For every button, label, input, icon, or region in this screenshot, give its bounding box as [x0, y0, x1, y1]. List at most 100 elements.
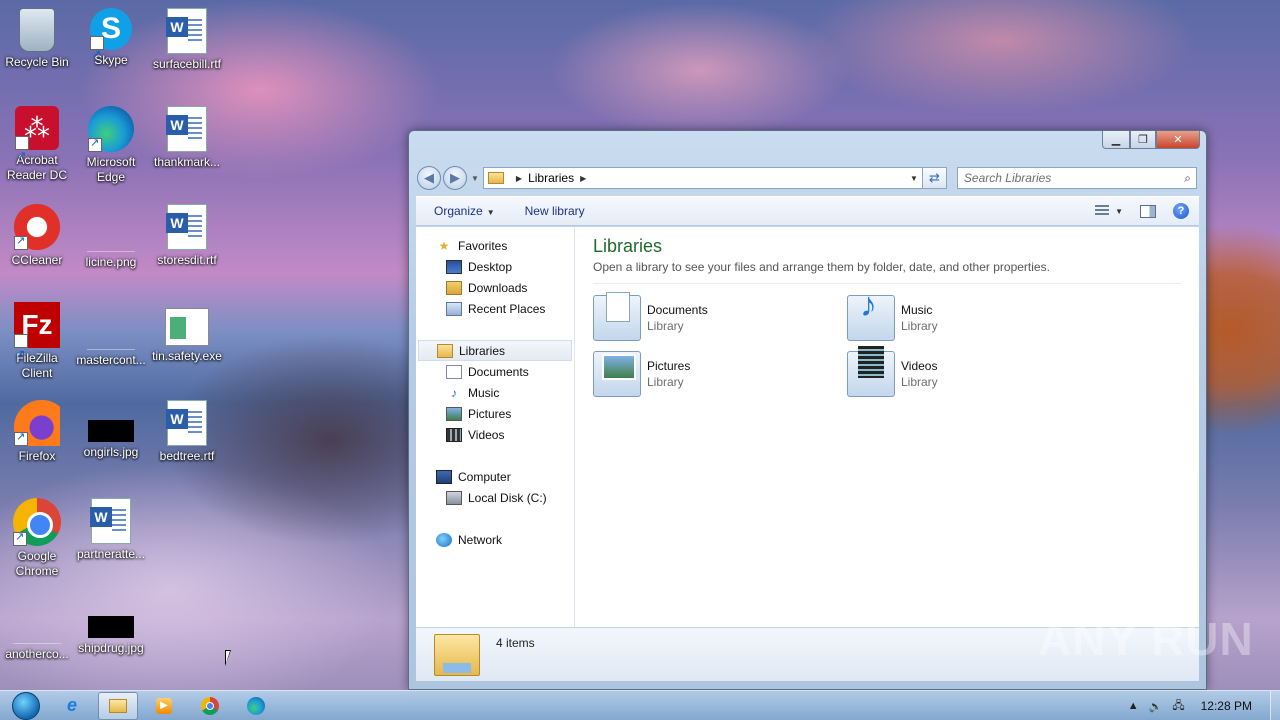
- recent-pages-dropdown[interactable]: ▼: [471, 174, 479, 183]
- nav-item-music[interactable]: ♪ Music: [416, 382, 574, 403]
- views-dropdown-icon[interactable]: ▼: [1115, 207, 1123, 216]
- search-icon[interactable]: ⌕: [1184, 171, 1191, 186]
- taskbar-windows-explorer[interactable]: [98, 691, 138, 720]
- nav-item-favorites[interactable]: ★ Favorites: [416, 235, 574, 256]
- taskbar-chrome[interactable]: [190, 692, 230, 720]
- executable-icon: [165, 308, 209, 346]
- breadcrumb-libraries[interactable]: Libraries: [528, 171, 574, 185]
- recent-places-icon: [446, 301, 462, 316]
- refresh-button[interactable]: ⇄: [922, 167, 947, 189]
- nav-item-libraries[interactable]: Libraries: [418, 340, 572, 361]
- library-type: Library: [647, 319, 684, 333]
- library-type: Library: [647, 375, 684, 389]
- desktop-icon-thankmark[interactable]: W thankmark...: [150, 106, 224, 170]
- desktop-icon-anotherco[interactable]: anotherco...: [0, 596, 74, 662]
- back-button[interactable]: ◀: [417, 166, 441, 190]
- desktop-icon-storesdit[interactable]: W storesdit.rtf: [150, 204, 224, 268]
- nav-item-computer[interactable]: Computer: [416, 466, 574, 487]
- nav-item-desktop[interactable]: Desktop: [416, 256, 574, 277]
- mouse-cursor-icon: [225, 650, 231, 666]
- search-box[interactable]: ⌕: [956, 167, 1197, 189]
- shortcut-arrow-icon: [15, 134, 29, 178]
- image-file-icon: [87, 302, 135, 350]
- libraries-folder-icon: [487, 172, 504, 184]
- maximize-button[interactable]: ❐: [1130, 131, 1156, 149]
- minimize-button[interactable]: ▁: [1102, 131, 1130, 149]
- show-desktop-button[interactable]: [1270, 691, 1280, 720]
- organize-button[interactable]: Organize ▼: [434, 204, 495, 218]
- views-icon: [1095, 205, 1110, 217]
- image-file-icon: [87, 204, 135, 252]
- internet-explorer-icon: e: [66, 695, 77, 715]
- shortcut-arrow-icon: [14, 234, 28, 250]
- desktop-icon-label: mastercont...: [76, 353, 146, 367]
- desktop-icon-skype[interactable]: S Skype: [74, 8, 148, 76]
- library-name: Pictures: [647, 359, 691, 373]
- recycle-bin-icon: [19, 8, 55, 52]
- edge-icon: [88, 106, 134, 152]
- breadcrumb-chevron-icon[interactable]: ▶: [580, 174, 586, 183]
- desktop-icon-partneratte[interactable]: W partneratte...: [74, 498, 148, 562]
- forward-button[interactable]: ▶: [443, 166, 467, 190]
- desktop-icon-label: Recycle Bin: [5, 55, 69, 69]
- nav-item-pictures[interactable]: Pictures: [416, 403, 574, 424]
- ccleaner-icon: [14, 204, 60, 250]
- address-bar[interactable]: ▶ Libraries ▶ ▼: [482, 167, 923, 189]
- nav-item-label: Libraries: [459, 343, 506, 358]
- show-hidden-icons-icon[interactable]: ▲: [1128, 700, 1139, 712]
- search-input[interactable]: [963, 171, 1164, 185]
- explorer-window[interactable]: ▁ ❐ ✕ ◀ ▶ ▼ ▶ Libraries ▶ ▼ ⇄ ⌕ Organize…: [408, 130, 1207, 690]
- nav-item-local-disk[interactable]: Local Disk (C:): [416, 487, 574, 508]
- organize-label: Organize: [434, 204, 483, 218]
- desktop-icon-tin-safety[interactable]: tin.safety.exe: [150, 302, 224, 364]
- music-library-icon: [847, 286, 895, 341]
- desktop-icon-licine[interactable]: licine.png: [74, 204, 148, 270]
- desktop-icon-ongirls[interactable]: ongirls.jpg: [74, 400, 148, 460]
- shortcut-arrow-icon: [13, 530, 27, 546]
- desktop-icon-surfacebill[interactable]: W surfacebill.rtf: [150, 8, 224, 72]
- close-button[interactable]: ✕: [1156, 131, 1200, 149]
- desktop-icon-label: Google Chrome: [15, 549, 59, 578]
- network-status-icon[interactable]: 🖧: [1172, 697, 1184, 716]
- nav-item-videos[interactable]: Videos: [416, 424, 574, 445]
- desktop-icon-edge[interactable]: Microsoft Edge: [74, 106, 148, 185]
- desktop-icon-filezilla[interactable]: Fz FileZilla Client: [0, 302, 74, 381]
- clock[interactable]: 12:28 PM: [1201, 699, 1252, 713]
- desktop-icon-recycle-bin[interactable]: Recycle Bin: [0, 8, 74, 70]
- desktop-icon-chrome[interactable]: Google Chrome: [0, 498, 74, 579]
- breadcrumb-chevron-icon[interactable]: ▶: [516, 174, 522, 183]
- command-bar-right: ▼ ?: [1077, 202, 1189, 220]
- pictures-icon: [446, 406, 462, 421]
- volume-icon[interactable]: 🔈: [1149, 700, 1163, 713]
- help-icon[interactable]: ?: [1173, 203, 1189, 219]
- start-button[interactable]: [6, 691, 46, 720]
- acrobat-icon: ⁂: [15, 106, 59, 178]
- desktop-icon-bedtree[interactable]: W bedtree.rtf: [150, 400, 224, 464]
- nav-item-label: Downloads: [468, 280, 528, 295]
- taskbar-edge[interactable]: [236, 692, 276, 720]
- new-library-button[interactable]: New library: [525, 204, 585, 218]
- library-tile-videos[interactable]: Videos Library: [847, 346, 1101, 402]
- maximize-icon: ❐: [1138, 134, 1148, 146]
- desktop-icon-mastercont[interactable]: mastercont...: [74, 302, 148, 368]
- nav-item-downloads[interactable]: Downloads: [416, 277, 574, 298]
- change-view-button[interactable]: [1093, 202, 1111, 220]
- nav-item-recent-places[interactable]: Recent Places: [416, 298, 574, 319]
- nav-item-documents[interactable]: Documents: [416, 361, 574, 382]
- library-tile-music[interactable]: Music Library: [847, 286, 1101, 346]
- nav-item-network[interactable]: Network: [416, 529, 574, 550]
- preview-pane-button[interactable]: [1139, 202, 1157, 220]
- taskbar-internet-explorer[interactable]: e: [52, 692, 92, 720]
- library-tile-documents[interactable]: Documents Library: [593, 290, 847, 346]
- address-dropdown-icon[interactable]: ▼: [910, 174, 918, 183]
- taskbar-media-player[interactable]: ▶: [144, 692, 184, 720]
- nav-item-label: Desktop: [468, 259, 513, 274]
- library-tile-pictures[interactable]: Pictures Library: [593, 346, 847, 402]
- desktop-icon-firefox[interactable]: Firefox: [0, 400, 74, 464]
- desktop-icon-label: Microsoft Edge: [86, 155, 136, 184]
- desktop-icon-label: storesdit.rtf: [157, 253, 217, 267]
- desktop-icon-acrobat[interactable]: ⁂ Acrobat Reader DC: [0, 106, 74, 183]
- desktop-icon-ccleaner[interactable]: CCleaner: [0, 204, 74, 268]
- nav-item-label: Recent Places: [468, 301, 546, 316]
- desktop-icon-shipdrug[interactable]: shipdrug.jpg: [74, 596, 148, 656]
